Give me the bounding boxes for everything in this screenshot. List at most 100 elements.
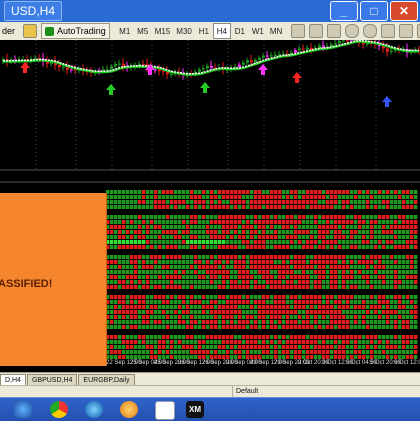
metaeditor-icon[interactable] bbox=[21, 23, 39, 39]
heatmap-cell bbox=[326, 280, 329, 284]
heatmap-cell bbox=[310, 195, 313, 199]
timeframe-mn[interactable]: MN bbox=[267, 23, 285, 39]
chart-shift-icon[interactable] bbox=[415, 23, 420, 39]
heatmap-cell bbox=[410, 345, 413, 349]
heatmap-cell bbox=[366, 300, 369, 304]
timeframe-w1[interactable]: W1 bbox=[249, 23, 267, 39]
heatmap-cell bbox=[166, 245, 169, 249]
heatmap-cell bbox=[254, 325, 257, 329]
maximize-button[interactable]: □ bbox=[360, 1, 388, 21]
heatmap-cell bbox=[290, 255, 293, 259]
heatmap-cell bbox=[174, 235, 177, 239]
zoom-out-icon[interactable] bbox=[361, 23, 379, 39]
timeframe-h4[interactable]: H4 bbox=[213, 23, 231, 39]
heatmap-cell bbox=[370, 350, 373, 354]
tile-windows-icon[interactable] bbox=[379, 23, 397, 39]
heatmap-cell bbox=[394, 215, 397, 219]
heatmap-cell bbox=[162, 230, 165, 234]
heatmap-cell bbox=[162, 205, 165, 209]
new-order-fragment[interactable]: der bbox=[0, 23, 17, 39]
heatmap-cell bbox=[270, 240, 273, 244]
candle-chart-icon[interactable] bbox=[307, 23, 325, 39]
document-icon[interactable] bbox=[155, 401, 175, 420]
heatmap-cell bbox=[358, 350, 361, 354]
zoom-in-icon[interactable] bbox=[343, 23, 361, 39]
heatmap-cell bbox=[354, 325, 357, 329]
heatmap-cell bbox=[174, 190, 177, 194]
heatmap-cell bbox=[342, 205, 345, 209]
heatmap-cell bbox=[206, 220, 209, 224]
timeframe-m5[interactable]: M5 bbox=[134, 23, 152, 39]
windows-start-icon[interactable] bbox=[14, 401, 32, 418]
heatmap-cell bbox=[166, 270, 169, 274]
heatmap-cell bbox=[278, 355, 281, 359]
heatmap-cell bbox=[250, 270, 253, 274]
heatmap-cell bbox=[274, 320, 277, 324]
heatmap-cell bbox=[170, 320, 173, 324]
heatmap-cell bbox=[134, 260, 137, 264]
heatmap-cell bbox=[286, 225, 289, 229]
heatmap-cell bbox=[198, 355, 201, 359]
heatmap-cell bbox=[246, 195, 249, 199]
heatmap-cell bbox=[266, 195, 269, 199]
heatmap-cell bbox=[138, 260, 141, 264]
timeframe-m30[interactable]: M30 bbox=[173, 23, 195, 39]
heatmap-cell bbox=[282, 200, 285, 204]
line-chart-icon[interactable] bbox=[325, 23, 343, 39]
heatmap-cell bbox=[250, 205, 253, 209]
heatmap-cell bbox=[386, 200, 389, 204]
heatmap-cell bbox=[162, 345, 165, 349]
heatmap-cell bbox=[298, 350, 301, 354]
heatmap-cell bbox=[158, 195, 161, 199]
chrome-icon[interactable] bbox=[50, 401, 68, 418]
heatmap-cell bbox=[186, 235, 189, 239]
heatmap-cell bbox=[174, 350, 177, 354]
heatmap-cell bbox=[306, 305, 309, 309]
heatmap-cell bbox=[210, 355, 213, 359]
heatmap-cell bbox=[314, 310, 317, 314]
heatmap-cell bbox=[310, 355, 313, 359]
heatmap-cell bbox=[110, 205, 113, 209]
heatmap-cell bbox=[230, 205, 233, 209]
price-chart[interactable] bbox=[0, 40, 420, 188]
timeframe-m1[interactable]: M1 bbox=[116, 23, 134, 39]
heatmap-cell bbox=[338, 235, 341, 239]
heatmap-cell bbox=[114, 190, 117, 194]
heatmap-cell bbox=[386, 325, 389, 329]
timeframe-d1[interactable]: D1 bbox=[231, 23, 249, 39]
heatmap-cell bbox=[326, 260, 329, 264]
autotrading-button[interactable]: AutoTrading bbox=[39, 23, 112, 39]
heatmap-cell bbox=[182, 335, 185, 339]
autoscroll-icon[interactable] bbox=[397, 23, 415, 39]
bar-chart-icon[interactable] bbox=[289, 23, 307, 39]
globe-icon[interactable] bbox=[85, 401, 103, 418]
heatmap-cell bbox=[346, 350, 349, 354]
timeframe-m15[interactable]: M15 bbox=[152, 23, 174, 39]
heatmap-cell bbox=[282, 285, 285, 289]
heatmap-cell bbox=[350, 285, 353, 289]
heatmap-cell bbox=[350, 265, 353, 269]
heatmap-cell bbox=[114, 335, 117, 339]
heatmap-cell bbox=[270, 230, 273, 234]
heatmap-cell bbox=[210, 190, 213, 194]
heatmap-cell bbox=[254, 270, 257, 274]
heatmap-cell bbox=[218, 245, 221, 249]
heatmap-cell bbox=[238, 270, 241, 274]
heatmap-cell bbox=[182, 305, 185, 309]
time-axis: 22 Sep 12:0025 Sep 04:0025 Sep 20:0026 S… bbox=[106, 360, 420, 370]
heatmap-cell bbox=[282, 315, 285, 319]
heatmap-cell bbox=[218, 270, 221, 274]
orange-app-icon[interactable] bbox=[120, 401, 138, 418]
timeframe-h1[interactable]: H1 bbox=[195, 23, 213, 39]
heatmap-cell bbox=[166, 315, 169, 319]
minimize-button[interactable]: _ bbox=[330, 1, 358, 21]
heatmap-cell bbox=[306, 265, 309, 269]
heatmap-cell bbox=[282, 235, 285, 239]
heatmap-cell bbox=[282, 295, 285, 299]
xm-icon[interactable]: XM bbox=[186, 401, 204, 418]
close-button[interactable]: ✕ bbox=[390, 1, 418, 21]
heatmap-cell bbox=[282, 230, 285, 234]
heatmap-cell bbox=[162, 340, 165, 344]
heatmap-cell bbox=[346, 200, 349, 204]
heatmap-cell bbox=[298, 285, 301, 289]
